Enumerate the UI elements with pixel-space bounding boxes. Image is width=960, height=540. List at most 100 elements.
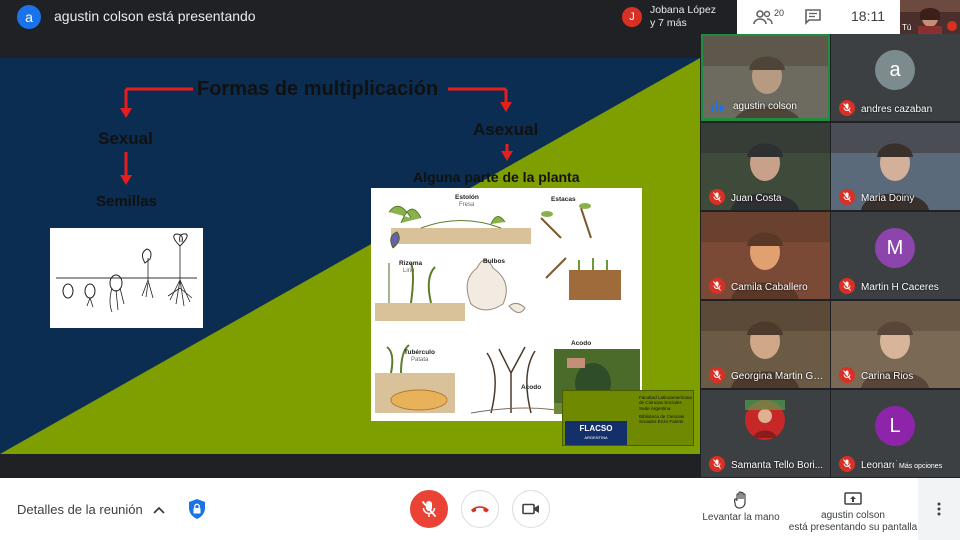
flacso-caption-2: Biblioteca de Ciencias Sociales Enzo Fal… (639, 413, 685, 425)
flacso-logo-mark: FLACSO ARGENTINA (565, 421, 627, 445)
self-label: Tú (902, 23, 912, 32)
chat-button[interactable] (804, 6, 822, 28)
top-bar: a agustin colson está presentando J Joba… (0, 0, 960, 34)
joined-line-1: Jobana López (650, 4, 716, 16)
participant-tile[interactable]: M Martin H Caceres (831, 212, 960, 299)
more-options-button[interactable] (918, 478, 960, 540)
more-options-tooltip: Más opciones (894, 461, 948, 472)
more-vert-icon (937, 502, 941, 516)
leave-call-button[interactable] (461, 490, 499, 528)
mic-off-icon (709, 456, 725, 472)
participant-tile[interactable]: Georgina Martin Ga... (701, 301, 830, 388)
self-mute-icon (947, 21, 957, 31)
hang-up-icon (471, 506, 489, 513)
participant-initial: M (886, 236, 904, 259)
slide-sexual-label: Sexual (98, 129, 153, 148)
shield-lock-icon (189, 499, 205, 519)
flacso-caption-1: Facultad Latinoamericana de Ciencias Soc… (639, 395, 692, 411)
slide-seeds-label: Semillas (96, 193, 157, 210)
joined-notification[interactable]: J Jobana López y 7 más (617, 0, 737, 34)
mic-off-icon (839, 278, 855, 294)
label-lirio: Lirio (403, 268, 415, 274)
self-view[interactable]: Tú (900, 0, 960, 34)
slide-plant-part-label: Alguna parte de la planta (413, 169, 580, 185)
people-count: 20 (774, 8, 785, 18)
participant-tile[interactable]: Camila Caballero (701, 212, 830, 299)
flacso-logo-sub: ARGENTINA (584, 435, 608, 440)
flacso-logo: FLACSO ARGENTINA Facultad Latinoamerican… (562, 390, 694, 446)
participant-name: Carina Rios (861, 371, 914, 382)
participant-name: Samanta Tello Bori... (731, 460, 824, 471)
participant-tile[interactable]: Samanta Tello Bori... (701, 390, 830, 477)
speaking-indicator-icon (711, 99, 725, 111)
participant-name: Maria Doiny (861, 193, 915, 204)
meeting-details-button[interactable]: Detalles de la reunión (17, 502, 165, 517)
label-estolon: Estolón (455, 194, 479, 201)
label-fresa: Fresa (459, 202, 475, 208)
present-screen-icon (844, 492, 862, 505)
participant-tile[interactable]: Maria Doiny (831, 123, 960, 210)
participant-initial: L (889, 414, 901, 437)
participant-name: agustin colson (733, 101, 797, 112)
flacso-caption: Facultad Latinoamericana de Ciencias Soc… (639, 395, 693, 424)
bottom-bar: Detalles de la reunión Levantar la mano … (0, 478, 960, 540)
mic-off-icon (709, 367, 725, 383)
hand-icon (734, 491, 746, 509)
slide-asexual-label: Asexual (473, 120, 539, 139)
participant-tile[interactable]: Carina Rios (831, 301, 960, 388)
label-patata: Patata (411, 357, 429, 363)
meeting-details-label: Detalles de la reunión (17, 502, 143, 517)
participant-name: Martin H Caceres (861, 282, 939, 293)
participant-initial: a (889, 58, 901, 81)
presenting-line-2: está presentando su pantalla (788, 522, 918, 533)
mic-off-icon (709, 189, 725, 205)
participant-name: Camila Caballero (731, 282, 808, 293)
mic-off-icon (839, 189, 855, 205)
joined-line-2: y 7 más (650, 17, 687, 29)
label-estacas: Estacas (551, 196, 576, 203)
participant-avatar: M (875, 228, 915, 268)
participant-photo (745, 400, 785, 440)
camera-toggle-button[interactable] (512, 490, 550, 528)
mic-off-icon (839, 367, 855, 383)
participant-avatar: a (875, 50, 915, 90)
asexual-propagation-image: Estolón Fresa Estacas Rizoma Lirio Bulbo… (371, 188, 642, 421)
meet-window: a agustin colson está presentando J Joba… (0, 0, 960, 540)
label-tuberculo: Tubérculo (404, 349, 435, 356)
participant-name: andres cazaban (861, 104, 933, 115)
presenter-avatar: a (17, 5, 41, 29)
participant-tile[interactable]: Juan Costa (701, 123, 830, 210)
chat-icon (805, 9, 821, 25)
raise-hand-button[interactable]: Levantar la mano (700, 490, 782, 524)
participant-tile[interactable]: a andres cazaban (831, 34, 960, 121)
participant-name: Georgina Martin Ga... (731, 371, 827, 382)
seed-germination-image (50, 228, 203, 328)
label-rizoma: Rizoma (399, 260, 423, 267)
mic-off-icon (839, 456, 855, 472)
people-icon (753, 10, 773, 25)
label-acodo: Acodo (521, 384, 542, 391)
participant-name: Juan Costa (731, 193, 782, 204)
participant-tile[interactable]: agustin colson (701, 34, 830, 121)
camera-icon (522, 503, 539, 515)
slide-title: Formas de multiplicación (197, 78, 439, 100)
mic-off-icon (839, 100, 855, 116)
people-button[interactable]: 20 (753, 6, 784, 28)
security-button[interactable] (186, 498, 208, 520)
raise-hand-label: Levantar la mano (702, 512, 780, 523)
label-bulbos: Bulbos (483, 258, 506, 265)
mic-off-icon (709, 278, 725, 294)
mic-toggle-button[interactable] (410, 490, 448, 528)
presenting-line-1: agustin colson (821, 510, 885, 521)
flacso-logo-text: FLACSO (579, 424, 613, 433)
label-acodo-photo: Acodo (571, 340, 592, 347)
chevron-up-icon (153, 506, 165, 514)
participant-avatar: L (875, 406, 915, 446)
joined-text: Jobana López y 7 más (650, 4, 716, 30)
clock: 18:11 (851, 8, 885, 24)
joined-avatar: J (622, 7, 642, 27)
mic-off-icon (421, 500, 437, 518)
presenting-status-button[interactable]: agustin colson está presentando su panta… (788, 490, 918, 534)
presenter-title: agustin colson está presentando (54, 8, 256, 24)
shared-screen: Formas de multiplicación Sexual Semillas… (0, 58, 700, 454)
